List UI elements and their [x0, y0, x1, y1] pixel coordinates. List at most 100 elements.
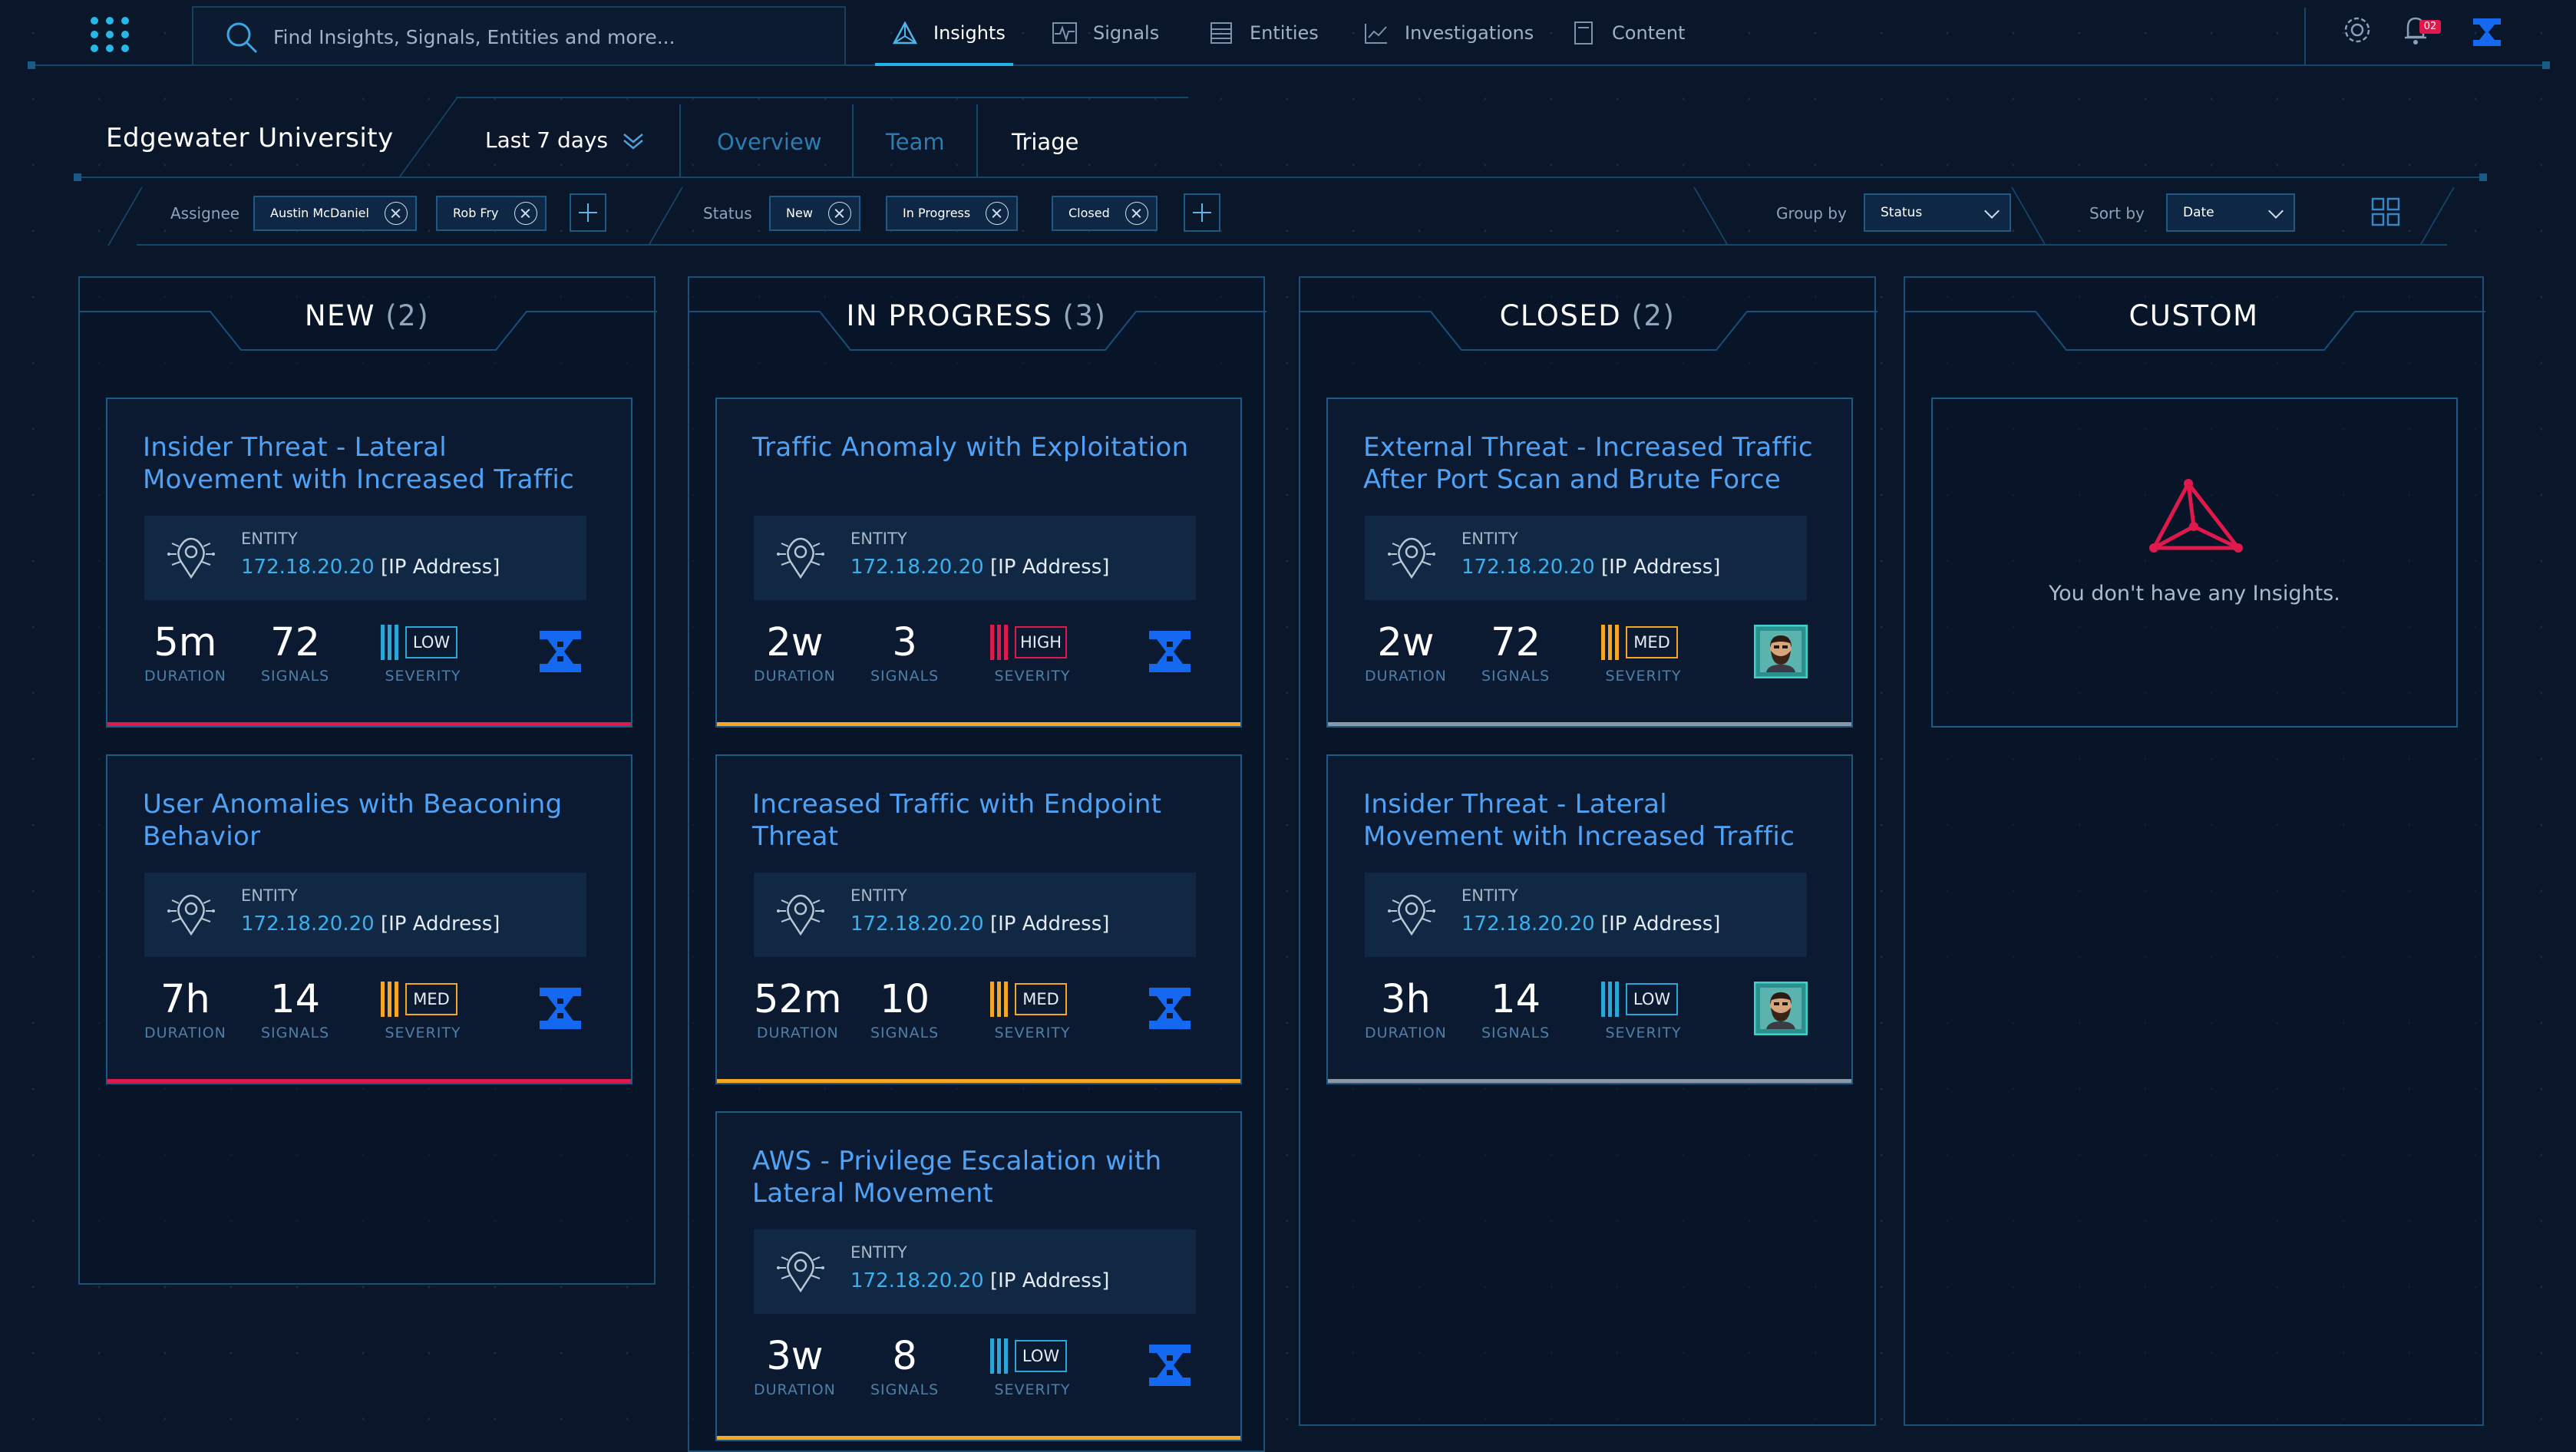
entity-label: ENTITY	[850, 886, 907, 905]
select-value: Status	[1881, 205, 1923, 220]
date-range-dropdown[interactable]: Last 7 days	[485, 127, 645, 153]
insight-title[interactable]: Insider Threat - Lateral Movement with I…	[143, 431, 593, 496]
duration-label: DURATION	[144, 668, 226, 685]
tab-signals[interactable]: Signals	[1052, 0, 1159, 66]
entity-ip[interactable]: 172.18.20.20	[1461, 912, 1595, 936]
assignee-avatar[interactable]	[533, 982, 587, 1035]
tab-content[interactable]: Content	[1570, 0, 1685, 66]
severity-bars	[381, 982, 398, 1017]
insight-title[interactable]: Traffic Anomaly with Exploitation	[752, 431, 1202, 464]
entity-box[interactable]: ENTITY 172.18.20.20 [IP Address]	[754, 873, 1196, 957]
insight-card[interactable]: AWS - Privilege Escalation with Lateral …	[715, 1111, 1242, 1441]
entity-label: ENTITY	[1461, 886, 1518, 905]
tab-label: Signals	[1093, 22, 1160, 44]
duration-value: 7h	[160, 977, 210, 1022]
tab-insights[interactable]: Insights	[875, 0, 1013, 66]
tab-triage[interactable]: Triage	[1012, 129, 1078, 155]
entity-type: [IP Address]	[1600, 556, 1721, 579]
remove-chip-icon[interactable]	[1125, 202, 1148, 225]
signals-value: 14	[270, 977, 321, 1022]
entity-value: 172.18.20.20 [IP Address]	[850, 556, 1109, 579]
settings-gear-icon[interactable]	[2341, 14, 2373, 46]
entity-ip[interactable]: 172.18.20.20	[1461, 556, 1595, 579]
entity-value: 172.18.20.20 [IP Address]	[241, 912, 500, 936]
filter-slant	[1693, 187, 1729, 246]
entity-box[interactable]: ENTITY 172.18.20.20 [IP Address]	[754, 1229, 1196, 1314]
sort-by-label: Sort by	[2089, 204, 2145, 223]
tab-label: Insights	[933, 22, 1006, 44]
group-by-select[interactable]: Status	[1864, 193, 2011, 232]
entity-ip[interactable]: 172.18.20.20	[850, 1269, 984, 1292]
tab-investigations[interactable]: Investigations	[1363, 0, 1534, 66]
tab-team[interactable]: Team	[886, 129, 945, 155]
assignee-avatar[interactable]	[1143, 625, 1197, 678]
entity-type: [IP Address]	[989, 912, 1110, 936]
insight-card[interactable]: Traffic Anomaly with Exploitation ENTITY 1…	[715, 398, 1242, 728]
tab-overview[interactable]: Overview	[717, 129, 822, 155]
signals-label: SIGNALS	[261, 1025, 330, 1041]
severity-label: SEVERITY	[385, 1025, 461, 1041]
duration: 3w DURATION	[754, 1335, 836, 1399]
insight-title[interactable]: External Threat - Increased Traffic Afte…	[1363, 431, 1813, 496]
status-chip[interactable]: New	[769, 196, 860, 231]
search-bar[interactable]: Find Insights, Signals, Entities and mor…	[192, 6, 846, 66]
insight-title[interactable]: Increased Traffic with Endpoint Threat	[752, 788, 1202, 853]
add-assignee-button[interactable]	[570, 193, 606, 232]
assignee-avatar[interactable]	[1143, 982, 1197, 1035]
app-launcher-icon[interactable]	[91, 17, 129, 52]
header-divider	[75, 177, 2485, 178]
tab-label: Entities	[1250, 22, 1319, 44]
remove-chip-icon[interactable]	[514, 202, 537, 225]
column-closed: CLOSED (2) External Threat - Increased Tr…	[1299, 276, 1878, 1426]
status-chip[interactable]: Closed	[1052, 196, 1158, 231]
entity-ip[interactable]: 172.18.20.20	[850, 556, 984, 579]
entity-box[interactable]: ENTITY 172.18.20.20 [IP Address]	[144, 873, 586, 957]
status-chip[interactable]: In Progress	[886, 196, 1019, 231]
entity-ip[interactable]: 172.18.20.20	[850, 912, 984, 936]
insight-card[interactable]: Increased Traffic with Endpoint Threat EN…	[715, 754, 1242, 1084]
assignee-chip[interactable]: Austin McDaniel	[253, 196, 417, 231]
signals: 10 SIGNALS	[870, 978, 939, 1042]
entity-ip[interactable]: 172.18.20.20	[241, 556, 375, 579]
severity-bars	[381, 625, 398, 660]
column-header: IN PROGRESS (3)	[689, 278, 1267, 351]
profile-logo-icon[interactable]	[2472, 17, 2502, 48]
insight-card[interactable]: External Threat - Increased Traffic Afte…	[1326, 398, 1853, 728]
nav-node	[28, 61, 35, 69]
remove-chip-icon[interactable]	[384, 202, 408, 225]
remove-chip-icon[interactable]	[986, 202, 1009, 225]
assignee-label: Assignee	[170, 204, 240, 223]
grid-view-icon[interactable]	[2370, 196, 2401, 227]
entity-value: 172.18.20.20 [IP Address]	[850, 1269, 1109, 1292]
entity-box[interactable]: ENTITY 172.18.20.20 [IP Address]	[754, 516, 1196, 600]
assignee-avatar[interactable]	[533, 625, 587, 678]
assignee-avatar[interactable]	[1753, 981, 1808, 1036]
insight-title[interactable]: Insider Threat - Lateral Movement with I…	[1363, 788, 1813, 853]
remove-chip-icon[interactable]	[827, 202, 851, 225]
assignee-avatar[interactable]	[1753, 624, 1808, 679]
entity-ip[interactable]: 172.18.20.20	[241, 912, 375, 936]
entity-value: 172.18.20.20 [IP Address]	[241, 556, 500, 579]
filter-divider	[137, 244, 2447, 246]
entity-box[interactable]: ENTITY 172.18.20.20 [IP Address]	[1365, 516, 1807, 600]
insight-card[interactable]: User Anomalies with Beaconing Behavior EN…	[106, 754, 632, 1084]
assignee-avatar[interactable]	[1143, 1338, 1197, 1392]
column-title: CLOSED (2)	[1300, 299, 1874, 332]
tab-entities[interactable]: Entities	[1208, 0, 1319, 66]
signals: 72 SIGNALS	[261, 622, 329, 685]
add-status-button[interactable]	[1184, 193, 1220, 232]
insight-title[interactable]: User Anomalies with Beaconing Behavior	[143, 788, 593, 853]
insight-title[interactable]: AWS - Privilege Escalation with Lateral …	[752, 1145, 1202, 1209]
signals-label: SIGNALS	[1481, 668, 1551, 685]
investigations-icon	[1365, 24, 1387, 44]
column-in-progress: IN PROGRESS (3) Traffic Anomaly with Expl…	[688, 276, 1267, 1452]
entity-location-icon	[167, 894, 215, 936]
entity-box[interactable]: ENTITY 172.18.20.20 [IP Address]	[144, 516, 586, 600]
insight-card[interactable]: Insider Threat - Lateral Movement with I…	[106, 398, 632, 728]
entity-box[interactable]: ENTITY 172.18.20.20 [IP Address]	[1365, 873, 1807, 957]
entity-label: ENTITY	[850, 530, 907, 548]
column-header: CLOSED (2)	[1300, 278, 1878, 351]
insight-card[interactable]: Insider Threat - Lateral Movement with I…	[1326, 754, 1853, 1084]
sort-by-select[interactable]: Date	[2166, 193, 2295, 232]
assignee-chip[interactable]: Rob Fry	[436, 196, 547, 231]
